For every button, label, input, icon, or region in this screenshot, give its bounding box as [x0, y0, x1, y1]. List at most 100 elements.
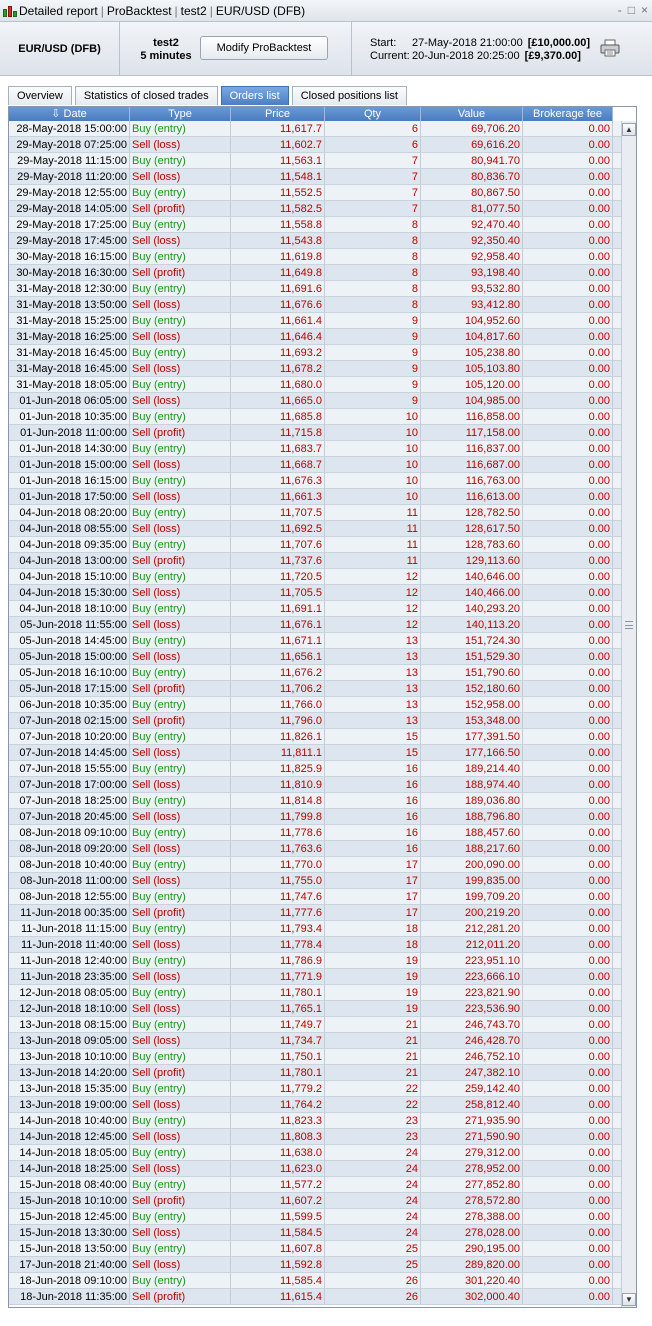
column-type[interactable]: Type — [130, 107, 231, 121]
table-row[interactable]: 13-Jun-2018 10:10:00 Buy (entry) 11,750.1 2… — [9, 1049, 621, 1065]
crumb-probacktest[interactable]: ProBacktest — [107, 4, 172, 18]
table-row[interactable]: 04-Jun-2018 09:35:00 Buy (entry) 11,707.6 1… — [9, 537, 621, 553]
table-row[interactable]: 04-Jun-2018 08:20:00 Buy (entry) 11,707.5 1… — [9, 505, 621, 521]
table-row[interactable]: 14-Jun-2018 12:45:00 Sell (loss) 11,808.3 2… — [9, 1129, 621, 1145]
table-row[interactable]: 05-Jun-2018 16:10:00 Buy (entry) 11,676.2 1… — [9, 665, 621, 681]
table-row[interactable]: 31-May-2018 16:45:00 Buy (entry) 11,693.2 9… — [9, 345, 621, 361]
table-row[interactable]: 04-Jun-2018 18:10:00 Buy (entry) 11,691.1 1… — [9, 601, 621, 617]
table-row[interactable]: 29-May-2018 17:45:00 Sell (loss) 11,543.8 8… — [9, 233, 621, 249]
table-row[interactable]: 31-May-2018 16:25:00 Sell (loss) 11,646.4 9… — [9, 329, 621, 345]
table-row[interactable]: 15-Jun-2018 12:45:00 Buy (entry) 11,599.5 2… — [9, 1209, 621, 1225]
table-row[interactable]: 07-Jun-2018 15:55:00 Buy (entry) 11,825.9 1… — [9, 761, 621, 777]
table-row[interactable]: 31-May-2018 16:45:00 Sell (loss) 11,678.2 9… — [9, 361, 621, 377]
table-row[interactable]: 29-May-2018 11:15:00 Buy (entry) 11,563.1 7… — [9, 153, 621, 169]
table-row[interactable]: 04-Jun-2018 15:30:00 Sell (loss) 11,705.5 1… — [9, 585, 621, 601]
crumb-strategy[interactable]: test2 — [181, 4, 207, 18]
table-row[interactable]: 04-Jun-2018 08:55:00 Sell (loss) 11,692.5 1… — [9, 521, 621, 537]
table-row[interactable]: 28-May-2018 15:00:00 Buy (entry) 11,617.7 6… — [9, 121, 621, 137]
column-date[interactable]: ⇩ Date — [9, 107, 130, 121]
table-row[interactable]: 29-May-2018 12:55:00 Buy (entry) 11,552.5 7… — [9, 185, 621, 201]
table-row[interactable]: 31-May-2018 15:25:00 Buy (entry) 11,661.4 9… — [9, 313, 621, 329]
table-row[interactable]: 01-Jun-2018 10:35:00 Buy (entry) 11,685.8 1… — [9, 409, 621, 425]
scroll-down-button[interactable]: ▼ — [622, 1293, 636, 1306]
scroll-up-button[interactable]: ▲ — [622, 123, 636, 136]
minimize-icon[interactable]: - — [618, 3, 622, 17]
table-row[interactable]: 15-Jun-2018 08:40:00 Buy (entry) 11,577.2 2… — [9, 1177, 621, 1193]
table-row[interactable]: 29-May-2018 14:05:00 Sell (profit) 11,582.… — [9, 201, 621, 217]
table-row[interactable]: 08-Jun-2018 09:20:00 Sell (loss) 11,763.6 1… — [9, 841, 621, 857]
table-row[interactable]: 30-May-2018 16:30:00 Sell (profit) 11,649.… — [9, 265, 621, 281]
table-row[interactable]: 07-Jun-2018 18:25:00 Buy (entry) 11,814.8 1… — [9, 793, 621, 809]
table-row[interactable]: 11-Jun-2018 11:40:00 Sell (loss) 11,778.4 1… — [9, 937, 621, 953]
table-row[interactable]: 11-Jun-2018 12:40:00 Buy (entry) 11,786.9 1… — [9, 953, 621, 969]
tab-statistics[interactable]: Statistics of closed trades — [74, 86, 218, 105]
table-row[interactable]: 13-Jun-2018 14:20:00 Sell (profit) 11,780.… — [9, 1065, 621, 1081]
table-row[interactable]: 08-Jun-2018 11:00:00 Sell (loss) 11,755.0 1… — [9, 873, 621, 889]
table-row[interactable]: 05-Jun-2018 11:55:00 Sell (loss) 11,676.1 1… — [9, 617, 621, 633]
column-price[interactable]: Price — [231, 107, 325, 121]
modify-probacktest-button[interactable]: Modify ProBacktest — [200, 36, 328, 60]
close-icon[interactable]: × — [641, 3, 648, 17]
table-row[interactable]: 04-Jun-2018 13:00:00 Sell (profit) 11,737.… — [9, 553, 621, 569]
table-row[interactable]: 13-Jun-2018 08:15:00 Buy (entry) 11,749.7 2… — [9, 1017, 621, 1033]
vertical-scrollbar[interactable]: ▲ ▼ — [621, 121, 636, 1307]
table-row[interactable]: 31-May-2018 13:50:00 Sell (loss) 11,676.6 8… — [9, 297, 621, 313]
table-row[interactable]: 31-May-2018 12:30:00 Buy (entry) 11,691.6 8… — [9, 281, 621, 297]
maximize-icon[interactable]: □ — [628, 3, 635, 17]
table-row[interactable]: 07-Jun-2018 20:45:00 Sell (loss) 11,799.8 1… — [9, 809, 621, 825]
cell-price: 11,793.4 — [231, 921, 325, 936]
table-row[interactable]: 01-Jun-2018 06:05:00 Sell (loss) 11,665.0 9… — [9, 393, 621, 409]
column-qty[interactable]: Qty — [325, 107, 421, 121]
table-row[interactable]: 12-Jun-2018 18:10:00 Sell (loss) 11,765.1 1… — [9, 1001, 621, 1017]
cell-price: 11,584.5 — [231, 1225, 325, 1240]
table-row[interactable]: 05-Jun-2018 14:45:00 Buy (entry) 11,671.1 1… — [9, 633, 621, 649]
table-row[interactable]: 13-Jun-2018 09:05:00 Sell (loss) 11,734.7 2… — [9, 1033, 621, 1049]
table-row[interactable]: 01-Jun-2018 11:00:00 Sell (profit) 11,715.… — [9, 425, 621, 441]
table-row[interactable]: 29-May-2018 17:25:00 Buy (entry) 11,558.8 8… — [9, 217, 621, 233]
table-row[interactable]: 05-Jun-2018 15:00:00 Sell (loss) 11,656.1 1… — [9, 649, 621, 665]
table-row[interactable]: 30-May-2018 16:15:00 Buy (entry) 11,619.8 8… — [9, 249, 621, 265]
table-row[interactable]: 07-Jun-2018 10:20:00 Buy (entry) 11,826.1 1… — [9, 729, 621, 745]
table-row[interactable]: 08-Jun-2018 12:55:00 Buy (entry) 11,747.6 1… — [9, 889, 621, 905]
crumb-instrument[interactable]: EUR/USD (DFB) — [216, 4, 305, 18]
table-row[interactable]: 07-Jun-2018 14:45:00 Sell (loss) 11,811.1 1… — [9, 745, 621, 761]
table-row[interactable]: 01-Jun-2018 14:30:00 Buy (entry) 11,683.7 1… — [9, 441, 621, 457]
tab-overview[interactable]: Overview — [8, 86, 72, 105]
table-row[interactable]: 18-Jun-2018 09:10:00 Buy (entry) 11,585.4 2… — [9, 1273, 621, 1289]
table-row[interactable]: 11-Jun-2018 11:15:00 Buy (entry) 11,793.4 1… — [9, 921, 621, 937]
crumb-report[interactable]: Detailed report — [19, 4, 98, 18]
table-row[interactable]: 05-Jun-2018 17:15:00 Sell (profit) 11,706.… — [9, 681, 621, 697]
column-value[interactable]: Value — [421, 107, 523, 121]
table-row[interactable]: 31-May-2018 18:05:00 Buy (entry) 11,680.0 9… — [9, 377, 621, 393]
table-row[interactable]: 18-Jun-2018 11:35:00 Sell (profit) 11,615.… — [9, 1289, 621, 1305]
table-row[interactable]: 15-Jun-2018 13:50:00 Buy (entry) 11,607.8 2… — [9, 1241, 621, 1257]
table-row[interactable]: 01-Jun-2018 15:00:00 Sell (loss) 11,668.7 1… — [9, 457, 621, 473]
table-row[interactable]: 01-Jun-2018 17:50:00 Sell (loss) 11,661.3 1… — [9, 489, 621, 505]
tab-orders-list[interactable]: Orders list — [220, 86, 289, 105]
table-row[interactable]: 17-Jun-2018 21:40:00 Sell (loss) 11,592.8 2… — [9, 1257, 621, 1273]
table-row[interactable]: 15-Jun-2018 10:10:00 Sell (profit) 11,607.… — [9, 1193, 621, 1209]
table-row[interactable]: 07-Jun-2018 02:15:00 Sell (profit) 11,796.… — [9, 713, 621, 729]
table-row[interactable]: 11-Jun-2018 00:35:00 Sell (profit) 11,777.… — [9, 905, 621, 921]
table-row[interactable]: 04-Jun-2018 15:10:00 Buy (entry) 11,720.5 1… — [9, 569, 621, 585]
table-row[interactable]: 07-Jun-2018 17:00:00 Sell (loss) 11,810.9 1… — [9, 777, 621, 793]
table-row[interactable]: 29-May-2018 07:25:00 Sell (loss) 11,602.7 6… — [9, 137, 621, 153]
table-row[interactable]: 14-Jun-2018 18:05:00 Buy (entry) 11,638.0 2… — [9, 1145, 621, 1161]
scroll-grip[interactable] — [625, 621, 633, 629]
table-row[interactable]: 12-Jun-2018 08:05:00 Buy (entry) 11,780.1 1… — [9, 985, 621, 1001]
printer-icon[interactable] — [600, 39, 620, 57]
table-row[interactable]: 15-Jun-2018 13:30:00 Sell (loss) 11,584.5 2… — [9, 1225, 621, 1241]
cell-date: 13-Jun-2018 19:00:00 — [9, 1097, 130, 1112]
table-row[interactable]: 08-Jun-2018 10:40:00 Buy (entry) 11,770.0 1… — [9, 857, 621, 873]
table-row[interactable]: 11-Jun-2018 23:35:00 Sell (loss) 11,771.9 1… — [9, 969, 621, 985]
table-row[interactable]: 13-Jun-2018 19:00:00 Sell (loss) 11,764.2 2… — [9, 1097, 621, 1113]
column-brokerage-fee[interactable]: Brokerage fee — [523, 107, 613, 121]
table-row[interactable]: 08-Jun-2018 09:10:00 Buy (entry) 11,778.6 1… — [9, 825, 621, 841]
table-row[interactable]: 14-Jun-2018 18:25:00 Sell (loss) 11,623.0 2… — [9, 1161, 621, 1177]
table-row[interactable]: 06-Jun-2018 10:35:00 Buy (entry) 11,766.0 1… — [9, 697, 621, 713]
tab-closed-positions[interactable]: Closed positions list — [291, 86, 407, 105]
table-row[interactable]: 14-Jun-2018 10:40:00 Buy (entry) 11,823.3 2… — [9, 1113, 621, 1129]
table-row[interactable]: 13-Jun-2018 15:35:00 Buy (entry) 11,779.2 2… — [9, 1081, 621, 1097]
table-row[interactable]: 29-May-2018 11:20:00 Sell (loss) 11,548.1 7… — [9, 169, 621, 185]
table-row[interactable]: 01-Jun-2018 16:15:00 Buy (entry) 11,676.3 1… — [9, 473, 621, 489]
